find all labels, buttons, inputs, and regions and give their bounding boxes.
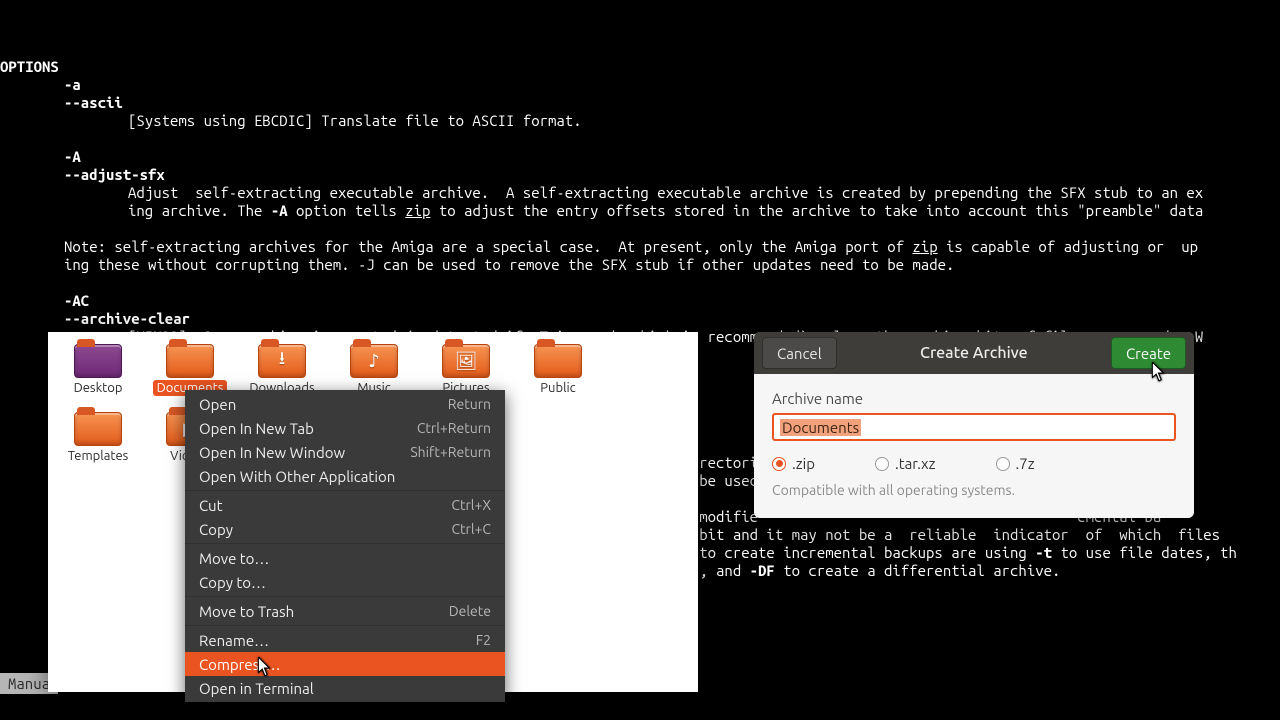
man-flag: -A xyxy=(64,148,81,165)
menu-item-label: Rename… xyxy=(199,632,269,649)
radio-label: .zip xyxy=(792,455,815,472)
cancel-button[interactable]: Cancel xyxy=(762,337,837,369)
menu-item-label: Open in Terminal xyxy=(199,680,314,697)
archive-name-label: Archive name xyxy=(772,390,1176,407)
menu-item-move-to-trash[interactable]: Move to Trash Delete xyxy=(185,599,505,623)
menu-item-label: Open In New Window xyxy=(199,444,345,461)
man-section-header: OPTIONS xyxy=(0,58,59,75)
format-radio-tarxz[interactable]: .tar.xz xyxy=(875,455,936,472)
folder-desktop[interactable]: Desktop xyxy=(56,336,140,396)
desktop-icon xyxy=(74,344,122,378)
menu-item-label: Cut xyxy=(199,497,223,514)
menu-item-open-in-new-tab[interactable]: Open In New Tab Ctrl+Return xyxy=(185,416,505,440)
folder-icon: 🖼 xyxy=(442,344,490,378)
menu-item-label: Open In New Tab xyxy=(199,420,314,437)
menu-separator xyxy=(185,596,505,597)
menu-item-open-with-other-application[interactable]: Open With Other Application xyxy=(185,464,505,488)
menu-item-accel: Ctrl+X xyxy=(451,497,491,513)
menu-item-cut[interactable]: Cut Ctrl+X xyxy=(185,493,505,517)
dialog-body: Archive name Documents .zip .tar.xz .7z Co… xyxy=(754,374,1194,518)
menu-item-label: Move to… xyxy=(199,550,269,567)
format-hint: Compatible with all operating systems. xyxy=(772,482,1176,498)
menu-item-accel: F2 xyxy=(476,632,491,648)
menu-separator xyxy=(185,543,505,544)
menu-item-copy-to[interactable]: Copy to… xyxy=(185,570,505,594)
menu-item-open[interactable]: Open Return xyxy=(185,392,505,416)
folder-icon xyxy=(534,344,582,378)
menu-item-move-to[interactable]: Move to… xyxy=(185,546,505,570)
radio-dot-icon xyxy=(996,457,1010,471)
folder-pictures[interactable]: 🖼Pictures xyxy=(424,336,508,396)
radio-dot-icon xyxy=(772,457,786,471)
folder-icon: ⭳ xyxy=(258,344,306,378)
man-desc: [Systems using EBCDIC] Translate file to… xyxy=(0,112,582,129)
context-menu[interactable]: OpenReturnOpen In New TabCtrl+ReturnOpen… xyxy=(185,390,505,702)
menu-item-accel: Delete xyxy=(449,603,491,619)
folder-downloads[interactable]: ⭳Downloads xyxy=(240,336,324,396)
menu-item-copy[interactable]: Copy Ctrl+C xyxy=(185,517,505,541)
man-flag: --archive-clear xyxy=(64,310,190,327)
folder-icon: ♪ xyxy=(350,344,398,378)
folder-icon xyxy=(74,412,122,446)
menu-item-accel: Ctrl+Return xyxy=(417,420,491,436)
menu-item-label: Compress… xyxy=(199,656,281,673)
format-radio-group[interactable]: .zip .tar.xz .7z xyxy=(772,455,1176,472)
dialog-header: Cancel Create Archive Create xyxy=(754,332,1194,374)
man-desc: Adjust self-extracting executable archiv… xyxy=(128,184,1203,201)
archive-name-value: Documents xyxy=(780,419,861,436)
menu-item-label: Open xyxy=(199,396,236,413)
radio-dot-icon xyxy=(875,457,889,471)
menu-item-label: Copy to… xyxy=(199,574,266,591)
radio-label: .tar.xz xyxy=(895,455,936,472)
folder-label: Desktop xyxy=(70,380,127,396)
man-flag: -AC xyxy=(64,292,89,309)
dialog-title: Create Archive xyxy=(837,344,1111,362)
menu-separator xyxy=(185,490,505,491)
menu-item-accel: Return xyxy=(448,396,491,412)
man-flag: -a xyxy=(64,76,81,93)
folder-templates[interactable]: Templates xyxy=(56,404,140,464)
folder-public[interactable]: Public xyxy=(516,336,600,396)
menu-item-open-in-terminal[interactable]: Open in Terminal xyxy=(185,676,505,700)
man-flag: --adjust-sfx xyxy=(64,166,165,183)
menu-item-label: Copy xyxy=(199,521,233,538)
menu-item-compress[interactable]: Compress… xyxy=(185,652,505,676)
folder-documents[interactable]: Documents xyxy=(148,336,232,396)
menu-item-label: Move to Trash xyxy=(199,603,294,620)
format-radio-7z[interactable]: .7z xyxy=(996,455,1035,472)
folder-music[interactable]: ♪Music xyxy=(332,336,416,396)
archive-name-input[interactable]: Documents xyxy=(772,413,1176,441)
menu-item-accel: Ctrl+C xyxy=(451,521,491,537)
menu-item-rename[interactable]: Rename… F2 xyxy=(185,628,505,652)
menu-item-label: Open With Other Application xyxy=(199,468,395,485)
menu-separator xyxy=(185,625,505,626)
man-flag: --ascii xyxy=(64,94,123,111)
create-archive-dialog[interactable]: Cancel Create Archive Create Archive nam… xyxy=(754,332,1194,518)
create-button[interactable]: Create xyxy=(1111,337,1186,369)
radio-label: .7z xyxy=(1016,455,1035,472)
menu-item-accel: Shift+Return xyxy=(410,444,491,460)
menu-item-open-in-new-window[interactable]: Open In New Window Shift+Return xyxy=(185,440,505,464)
folder-label: Public xyxy=(536,380,579,396)
folder-label: Templates xyxy=(64,448,133,464)
folder-icon xyxy=(166,344,214,378)
format-radio-zip[interactable]: .zip xyxy=(772,455,815,472)
